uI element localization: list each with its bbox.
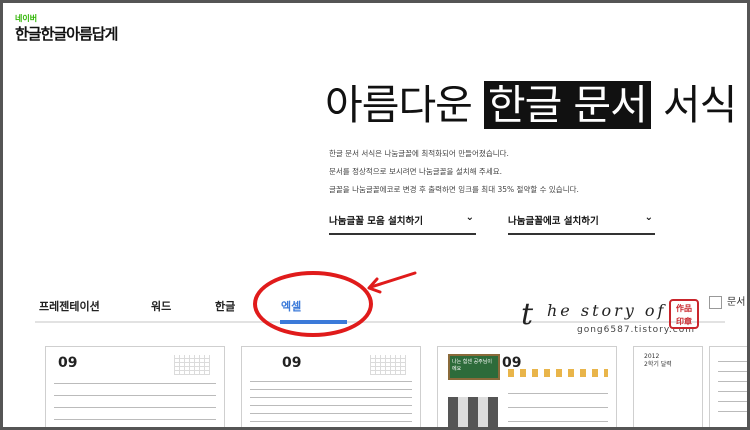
hero-title: 아름다운 한글 문서 서식	[325, 71, 737, 131]
watermark-t-glyph: t	[521, 297, 534, 332]
chevron-down-icon: ⌄	[644, 212, 653, 223]
description-line: 문서를 정상적으로 보시려면 나눔글꼴을 설치해 주세요.	[329, 167, 503, 176]
chevron-down-icon: ⌄	[465, 212, 474, 223]
row-line	[250, 413, 412, 414]
emoji-row	[508, 369, 608, 377]
row-line	[54, 395, 216, 396]
row-line	[250, 421, 412, 422]
row-line	[508, 407, 608, 408]
template-card[interactable]: 나는 힘센 공주님이에요 09	[437, 346, 617, 427]
template-thumbnails: 09 09 나는 힘센 공주님이에요 09 2012 2학기 달력	[45, 346, 747, 427]
mini-calendar	[174, 355, 210, 375]
row-line	[718, 391, 747, 392]
tab-presentation[interactable]: 프레젠테이션	[39, 298, 100, 314]
mini-calendar	[370, 355, 406, 375]
browser-frame: 네이버 한글한글아름답게 아름다운 한글 문서 서식 한글 문서 서식은 나눔글…	[0, 0, 750, 430]
row-line	[250, 381, 412, 382]
row-line	[54, 419, 216, 420]
install-nanum-collection-label: 나눔글꼴 모음 설치하기	[329, 216, 424, 227]
install-nanum-eco-button[interactable]: 나눔글꼴에코 설치하기 ⌄	[508, 212, 655, 235]
chalkboard-graphic: 나는 힘센 공주님이에요	[448, 354, 500, 380]
row-line	[250, 397, 412, 398]
hero-title-after: 서식	[650, 81, 737, 129]
row-line	[54, 383, 216, 384]
template-subtitle: 2학기 달력	[644, 361, 672, 368]
row-line	[718, 361, 747, 362]
install-nanum-eco-label: 나눔글꼴에코 설치하기	[508, 216, 599, 227]
template-title: 09	[282, 355, 302, 371]
blog-watermark: t he story of gong6587.tistory.com 作品 印章	[521, 297, 731, 349]
seal-stamp-icon: 作品 印章	[669, 299, 699, 329]
checker-grid	[448, 397, 498, 427]
row-line	[508, 421, 608, 422]
template-card[interactable]: 2012 2학기 달력	[633, 346, 703, 427]
row-line	[718, 381, 747, 382]
chalkboard-text: 나는 힘센 공주님이에요	[452, 359, 492, 372]
description-line: 한글 문서 서식은 나눔글꼴에 최적화되어 만들어졌습니다.	[329, 149, 509, 158]
site-logo[interactable]: 네이버 한글한글아름답게	[15, 13, 118, 44]
row-line	[718, 371, 747, 372]
row-line	[54, 407, 216, 408]
template-title: 09	[58, 355, 78, 371]
template-year: 2012	[644, 353, 660, 360]
row-line	[718, 411, 747, 412]
watermark-brand: he story of	[547, 301, 667, 320]
row-line	[718, 401, 747, 402]
row-line	[508, 393, 608, 394]
row-line	[250, 405, 412, 406]
description-line: 글꼴을 나눔글꼴에코로 변경 후 출력하면 잉크를 최대 35% 절약할 수 있…	[329, 185, 579, 194]
template-card[interactable]	[709, 346, 747, 427]
hero-title-highlight: 한글 문서	[483, 81, 651, 129]
red-annotation-circle	[253, 271, 373, 337]
hero-title-before: 아름다운	[325, 81, 484, 129]
logo-title: 한글한글아름답게	[15, 25, 118, 43]
red-annotation-arrow	[367, 271, 417, 294]
row-line	[250, 389, 412, 390]
font-description: 한글 문서 서식은 나눔글꼴에 최적화되어 만들어졌습니다. 문서를 정상적으로…	[329, 145, 579, 199]
template-title: 2012 2학기 달력	[644, 353, 672, 369]
template-card[interactable]: 09	[45, 346, 225, 427]
install-nanum-collection-button[interactable]: 나눔글꼴 모음 설치하기 ⌄	[329, 212, 476, 235]
template-card[interactable]: 09	[241, 346, 421, 427]
tab-word[interactable]: 워드	[151, 298, 171, 314]
tab-hangul[interactable]: 한글	[215, 298, 235, 314]
